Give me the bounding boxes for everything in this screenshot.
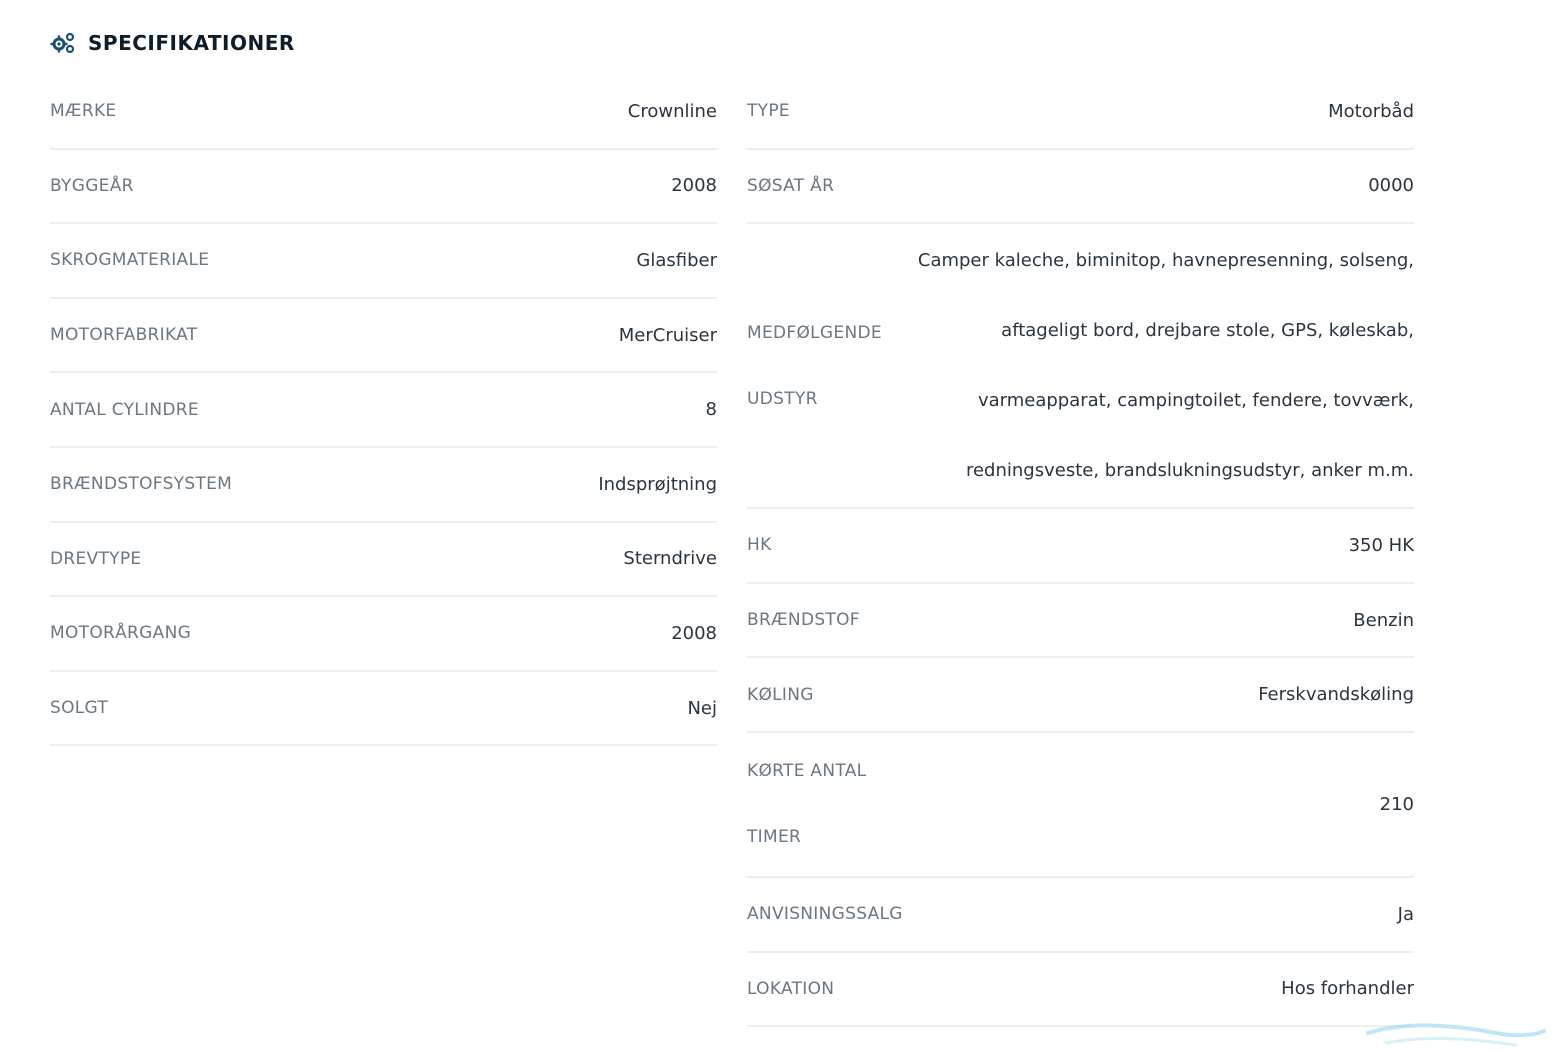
spec-column-left: MÆRKE Crownline BYGGEÅR 2008 SKROGMATERI… xyxy=(50,75,717,747)
spec-label: SØSAT ÅR xyxy=(747,175,835,196)
spec-row-sold: SOLGT Nej xyxy=(50,672,717,747)
spec-label-line: UDSTYR xyxy=(747,388,818,409)
spec-value: 350 HK xyxy=(1348,534,1414,556)
spec-row-hull-material: SKROGMATERIALE Glasfiber xyxy=(50,224,717,299)
spec-value: Camper kaleche, biminitop, havnepresenni… xyxy=(918,249,1414,483)
spec-column-right: TYPE Motorbåd SØSAT ÅR 0000 MEDFØLGENDE … xyxy=(747,75,1414,1028)
spec-label: TYPE xyxy=(747,101,790,122)
spec-value: Crownline xyxy=(627,100,717,122)
spec-row-brand: MÆRKE Crownline xyxy=(50,75,717,150)
spec-label: MOTORÅRGANG xyxy=(50,623,192,644)
spec-label: HK xyxy=(747,535,772,556)
spec-label: MOTORFABRIKAT xyxy=(50,325,198,346)
spec-row-referral-sale: ANVISNINGSSALG Ja xyxy=(747,878,1414,953)
spec-row-equipment: MEDFØLGENDE UDSTYR Camper kaleche, bimin… xyxy=(747,224,1414,510)
spec-row-cooling: KØLING Ferskvandskøling xyxy=(747,658,1414,733)
spec-value: 2008 xyxy=(671,175,717,197)
spec-label: BRÆNDSTOFSYSTEM xyxy=(50,474,233,495)
spec-header: SPECIFIKATIONER xyxy=(50,29,295,57)
spec-value: Benzin xyxy=(1353,609,1414,631)
spec-row-drive-type: DREVTYPE Sterndrive xyxy=(50,523,717,598)
spec-label: SKROGMATERIALE xyxy=(50,250,210,271)
spec-label: ANTAL CYLINDRE xyxy=(50,399,199,420)
spec-value: Ferskvandskøling xyxy=(1258,684,1414,706)
spec-label-line: KØRTE ANTAL xyxy=(747,761,867,782)
spec-value: Hos forhandler xyxy=(1281,978,1414,1000)
equipment-line: aftageligt bord, drejbare stole, GPS, kø… xyxy=(1001,319,1414,341)
spec-label-line: MEDFØLGENDE xyxy=(747,322,882,343)
spec-row-cylinders: ANTAL CYLINDRE 8 xyxy=(50,373,717,448)
spec-row-build-year: BYGGEÅR 2008 xyxy=(50,150,717,225)
gears-icon xyxy=(50,30,76,56)
spec-label: MEDFØLGENDE UDSTYR xyxy=(747,323,882,409)
spec-value: 2008 xyxy=(671,622,717,644)
wave-logo-icon xyxy=(1366,1023,1546,1047)
spec-value: Motorbåd xyxy=(1328,100,1414,122)
spec-page: SPECIFIKATIONER MÆRKE Crownline BYGGEÅR … xyxy=(0,0,1560,1061)
spec-row-hours: KØRTE ANTAL TIMER 210 xyxy=(747,733,1414,878)
spec-value: MerCruiser xyxy=(618,324,717,346)
spec-row-fuel-system: BRÆNDSTOFSYSTEM Indsprøjtning xyxy=(50,448,717,523)
spec-label: BRÆNDSTOF xyxy=(747,610,860,631)
spec-label: SOLGT xyxy=(50,698,109,719)
spec-value: 8 xyxy=(705,399,717,421)
spec-label: LOKATION xyxy=(747,978,835,999)
spec-row-engine-make: MOTORFABRIKAT MerCruiser xyxy=(50,299,717,374)
equipment-line: varmeapparat, campingtoilet, fendere, to… xyxy=(977,389,1414,411)
spec-label: BYGGEÅR xyxy=(50,175,134,196)
spec-value: Glasfiber xyxy=(636,249,717,271)
spec-row-location: LOKATION Hos forhandler xyxy=(747,953,1414,1028)
spec-value: Ja xyxy=(1397,903,1414,925)
spec-row-type: TYPE Motorbåd xyxy=(747,75,1414,150)
spec-value: Sterndrive xyxy=(623,548,717,570)
equipment-line: redningsveste, brandslukningsudstyr, ank… xyxy=(965,459,1414,481)
spec-label-line: TIMER xyxy=(747,827,802,848)
spec-value: Nej xyxy=(687,697,717,719)
spec-row-hp: HK 350 HK xyxy=(747,509,1414,584)
spec-row-engine-year: MOTORÅRGANG 2008 xyxy=(50,597,717,672)
spec-label: DREVTYPE xyxy=(50,548,142,569)
spec-label: MÆRKE xyxy=(50,101,117,122)
spec-row-launch-year: SØSAT ÅR 0000 xyxy=(747,150,1414,225)
spec-label: KØLING xyxy=(747,684,814,705)
spec-label: ANVISNINGSSALG xyxy=(747,904,903,925)
page-title: SPECIFIKATIONER xyxy=(88,31,295,55)
spec-value: 0000 xyxy=(1368,175,1414,197)
spec-value: Indsprøjtning xyxy=(598,473,717,495)
spec-row-fuel: BRÆNDSTOF Benzin xyxy=(747,584,1414,659)
spec-label: KØRTE ANTAL TIMER xyxy=(747,761,866,847)
equipment-line: Camper kaleche, biminitop, havnepresenni… xyxy=(917,249,1414,271)
spec-value: 210 xyxy=(1379,793,1414,815)
